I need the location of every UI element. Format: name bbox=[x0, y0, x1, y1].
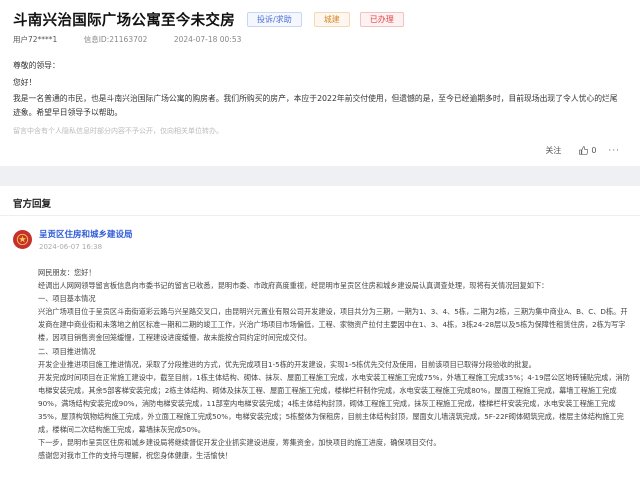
reply-paragraph: 二、项目推进情况 bbox=[38, 346, 96, 356]
government-emblem-icon bbox=[13, 230, 32, 249]
reply-paragraph: 兴治广场项目位于呈贡区斗南街道彩云路与兴呈路交叉口，由昆明兴元置业有限公司开发建… bbox=[38, 307, 628, 343]
question-content: 尊敬的领导： 您好！ 我是一名普通的市民，也是斗南兴治国际广场公寓的购房者。我们… bbox=[13, 59, 625, 119]
reply-paragraph: 经调出人网网领导留言板信息向市委书记的留言已收悉，昆明市委、市政府高度重视，经昆… bbox=[38, 281, 549, 291]
reply-paragraph: 感谢您对我市工作的支持与理解，祝您身体健康，生活愉快！ bbox=[38, 451, 233, 461]
category-tag[interactable]: 投诉/求助 bbox=[247, 12, 302, 27]
letter-id: 信息ID:21163702 bbox=[83, 35, 148, 44]
greeting: 您好！ bbox=[13, 77, 37, 87]
reply-time: 2024-06-07 16:38 bbox=[39, 243, 103, 251]
section-title: 官方回复 bbox=[13, 199, 52, 210]
question-card: 斗南兴治国际广场公寓至今未交房 投诉/求助 城建 已办理 用户72****1 信… bbox=[0, 0, 640, 166]
department-name[interactable]: 呈贡区住房和城乡建设局 bbox=[39, 230, 133, 241]
official-reply-card: 官方回复 呈贡区住房和城乡建设局 2024-06-07 16:38 网民朋友：您… bbox=[0, 186, 640, 496]
section-divider bbox=[0, 215, 640, 216]
privacy-note: 留言中含有个人隐私信息时部分内容不予公开，仅向相关单位转办。 bbox=[13, 127, 223, 135]
user-name: 用户72****1 bbox=[13, 35, 58, 44]
reply-content: 网民朋友：您好！ 经调出人网网领导留言板信息向市委书记的留言已收悉，昆明市委、市… bbox=[38, 266, 630, 462]
reply-paragraph: 下一步，昆明市呈贡区住房和城乡建设局将继续督促开发企业抓实建设进度，筹集资金，加… bbox=[38, 438, 441, 448]
question-meta: 用户72****1 信息ID:21163702 2024-07-18 00:53 bbox=[13, 34, 265, 45]
reply-paragraph: 一、项目基本情况 bbox=[38, 294, 96, 304]
like-count: 0 bbox=[591, 146, 597, 155]
reply-paragraph: 开发完成时间项目在正常施工建设中，截至目前，1栋主体结构、砌体、抹灰、屋面工程施… bbox=[38, 372, 630, 435]
status-badge: 已办理 bbox=[359, 12, 404, 27]
more-button[interactable]: ··· bbox=[608, 146, 620, 156]
reply-paragraph: 网民朋友：您好！ bbox=[38, 268, 96, 277]
salutation: 尊敬的领导： bbox=[13, 61, 60, 70]
title-row: 斗南兴治国际广场公寓至今未交房 投诉/求助 城建 已办理 bbox=[13, 9, 404, 30]
page-title: 斗南兴治国际广场公寓至今未交房 bbox=[13, 13, 235, 29]
like-button[interactable]: 0 bbox=[579, 146, 596, 155]
reply-paragraph: 开发企业推进项目施工推进情况，采取了分段推进的方式，优先完成项目1-5栋的开发建… bbox=[38, 359, 536, 369]
post-time: 2024-07-18 00:53 bbox=[173, 35, 242, 44]
thumbs-up-icon bbox=[579, 146, 589, 155]
question-actions: 关注 0 ··· bbox=[545, 145, 620, 156]
follow-button[interactable]: 关注 bbox=[545, 145, 561, 156]
question-body: 我是一名普通的市民，也是斗南兴治国际广场公寓的购房者。我们所购买的房产，本应于2… bbox=[13, 94, 618, 117]
reply-department: 呈贡区住房和城乡建设局 2024-06-07 16:38 bbox=[13, 230, 133, 251]
area-tag[interactable]: 城建 bbox=[313, 12, 350, 27]
